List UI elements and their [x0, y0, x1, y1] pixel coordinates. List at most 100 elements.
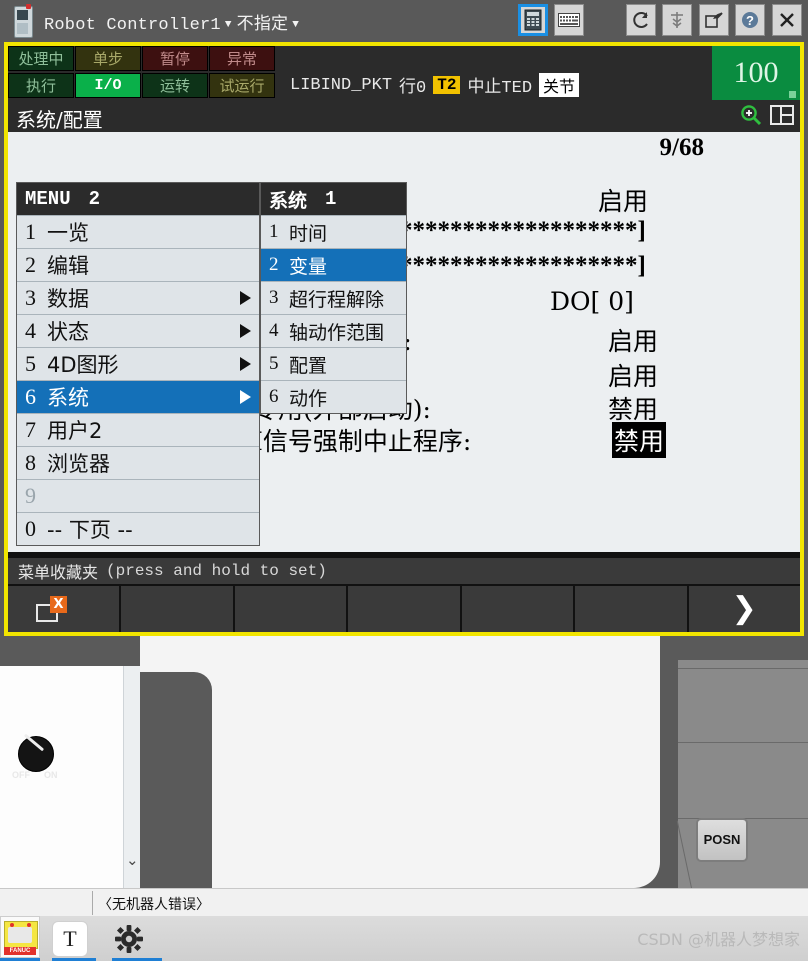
- menu-item-label: 系统: [47, 386, 89, 410]
- system-menu-item-超行程解除[interactable]: 3 超行程解除: [261, 281, 406, 314]
- menu-item-一览[interactable]: 1 一览: [17, 215, 259, 248]
- menu-item-4D图形[interactable]: 5 4D图形: [17, 347, 259, 380]
- menu-item--- 下页 --[interactable]: 0 -- 下页 --: [17, 512, 259, 545]
- favorite-slot[interactable]: [348, 586, 460, 632]
- robot-name-dropdown-caret[interactable]: ▼: [225, 19, 232, 31]
- config-row-value-selected[interactable]: 禁用: [612, 422, 667, 458]
- favorites-next-page-button[interactable]: ❯: [688, 586, 800, 632]
- system-menu-item-label: 动作: [289, 387, 328, 410]
- status-cell-fault[interactable]: 异常: [209, 46, 275, 71]
- menu-item-编辑[interactable]: 2 编辑: [17, 248, 259, 281]
- teach-pendant-screen: 处理中 单步 暂停 异常 执行 I/O 运转 试运行 LIBIND_PKT 行0…: [4, 42, 804, 636]
- system-menu-item-number: 3: [269, 287, 279, 308]
- page-counter: 9/68: [659, 134, 704, 161]
- status-cell-running[interactable]: 运转: [142, 73, 208, 98]
- menu-item-系统[interactable]: 6 系统: [17, 380, 259, 413]
- pendant-keypad-face: [140, 636, 660, 888]
- menu-item-用户2[interactable]: 7 用户2: [17, 413, 259, 446]
- svg-text:?: ?: [746, 13, 754, 28]
- status-cell-pause[interactable]: 暂停: [142, 46, 208, 71]
- menu-item-number: 7: [25, 417, 36, 442]
- pendant-view-button[interactable]: [518, 4, 548, 36]
- system-menu-item-number: 1: [269, 221, 279, 242]
- taskbar-item-text-editor[interactable]: T: [52, 916, 96, 961]
- config-row-value[interactable]: 启用: [608, 357, 658, 393]
- keyboard-button[interactable]: [554, 4, 585, 36]
- roboguide-window: Robot Controller1 ▼ 不指定 ▼ ? 处理中 单步 暂停 异常…: [0, 0, 808, 961]
- status-cell-io[interactable]: I/O: [75, 73, 141, 98]
- system-menu-item-label: 轴动作范围: [289, 321, 385, 344]
- status-cell-test-run[interactable]: 试运行: [209, 73, 275, 98]
- refresh-circle-button[interactable]: [626, 4, 656, 36]
- mode-dropdown-caret[interactable]: ▼: [292, 19, 299, 31]
- favorite-slot[interactable]: [461, 586, 574, 632]
- favorite-slot[interactable]: [234, 586, 347, 632]
- chevron-down-icon[interactable]: ⌄: [126, 851, 139, 869]
- split-layout-icon[interactable]: [770, 105, 794, 130]
- config-row-value[interactable]: *******************]: [400, 252, 646, 280]
- config-row-value[interactable]: *******************]: [400, 217, 646, 245]
- status-cell-processing[interactable]: 处理中: [8, 46, 74, 71]
- menu-item-empty[interactable]: 9: [17, 479, 259, 512]
- status-cell-single-step[interactable]: 单步: [75, 46, 141, 71]
- coordinate-badge: 关节: [539, 73, 580, 97]
- menu-item-label: -- 下页 --: [47, 518, 133, 542]
- breadcrumb: 系统/配置: [16, 108, 103, 132]
- config-row-value[interactable]: 启用: [598, 182, 648, 218]
- menu-item-number: 0: [25, 516, 36, 541]
- menu-item-数据[interactable]: 3 数据: [17, 281, 259, 314]
- favorite-slot[interactable]: X: [8, 586, 120, 632]
- menu-item-number: 4: [25, 318, 36, 343]
- system-menu-item-label: 时间: [289, 222, 328, 245]
- deadman-knob[interactable]: OFF ON: [12, 733, 58, 782]
- posn-key[interactable]: POSN: [696, 818, 748, 862]
- config-row-label: I信号强制中止程序:: [253, 427, 472, 456]
- system-menu-item-轴动作范围[interactable]: 4 轴动作范围: [261, 314, 406, 347]
- favorite-slot[interactable]: [121, 586, 233, 632]
- menu-item-number: 3: [25, 285, 36, 310]
- pendant-right-body: POSN: [660, 636, 808, 888]
- speed-indicator-dot: [789, 91, 796, 98]
- taskbar-item-settings[interactable]: [112, 916, 162, 961]
- menu-item-number: 2: [25, 252, 36, 277]
- system-menu-item-动作[interactable]: 6 动作: [261, 380, 406, 413]
- config-row-value[interactable]: 启用: [608, 322, 658, 358]
- system-menu-item-时间[interactable]: 1 时间: [261, 215, 406, 248]
- system-menu-item-配置[interactable]: 5 配置: [261, 347, 406, 380]
- error-message: 〈无机器人错误〉: [98, 897, 210, 913]
- status-cell-run[interactable]: 执行: [8, 73, 74, 98]
- favorite-slot[interactable]: [575, 586, 687, 632]
- menu-item-浏览器[interactable]: 8 浏览器: [17, 446, 259, 479]
- close-button[interactable]: [771, 4, 802, 36]
- system-menu-item-变量[interactable]: 2 变量: [261, 248, 406, 281]
- teach-pendant-logo-icon: [10, 4, 36, 38]
- magnifier-plus-icon[interactable]: [740, 104, 762, 131]
- detach-window-button[interactable]: [698, 4, 729, 36]
- menu-item-label: 浏览器: [47, 452, 110, 476]
- chevron-right-icon: [240, 357, 251, 371]
- watermark: CSDN @机器人梦想家: [637, 930, 800, 949]
- menu-panel-system: 系统 1 1 时间 2 变量 3 超行程解除 4 轴动作范围 5 配置 6 动作: [260, 182, 407, 414]
- chevron-right-icon: [240, 291, 251, 305]
- favorites-header: 菜单收藏夹 (press and hold to set): [8, 558, 800, 584]
- menu-item-label: 数据: [47, 287, 89, 311]
- run-state-label: 中止TED: [467, 79, 533, 98]
- menu-item-label: 编辑: [47, 254, 89, 278]
- menu-item-状态[interactable]: 4 状态: [17, 314, 259, 347]
- menu-item-number: 1: [25, 219, 36, 244]
- chevron-right-icon: ❯: [731, 591, 757, 626]
- tree-icon-button[interactable]: [662, 4, 693, 36]
- config-row-value[interactable]: 禁用: [608, 390, 658, 426]
- chevron-right-icon: [240, 324, 251, 338]
- taskbar-item-fanuc[interactable]: FANUC: [0, 916, 44, 961]
- chevron-right-icon: [240, 390, 251, 404]
- system-menu-item-number: 4: [269, 320, 279, 341]
- help-button[interactable]: ?: [735, 4, 766, 36]
- speed-override-box[interactable]: 100: [712, 46, 800, 100]
- system-menu-item-label: 变量: [289, 255, 328, 278]
- knob-on-label: ON: [44, 770, 58, 780]
- title-bar-action-buttons: ?: [626, 4, 804, 36]
- broken-shortcut-icon: X: [36, 596, 67, 624]
- robot-name-label: Robot Controller1: [44, 16, 221, 35]
- program-line-label: 行0: [399, 79, 427, 98]
